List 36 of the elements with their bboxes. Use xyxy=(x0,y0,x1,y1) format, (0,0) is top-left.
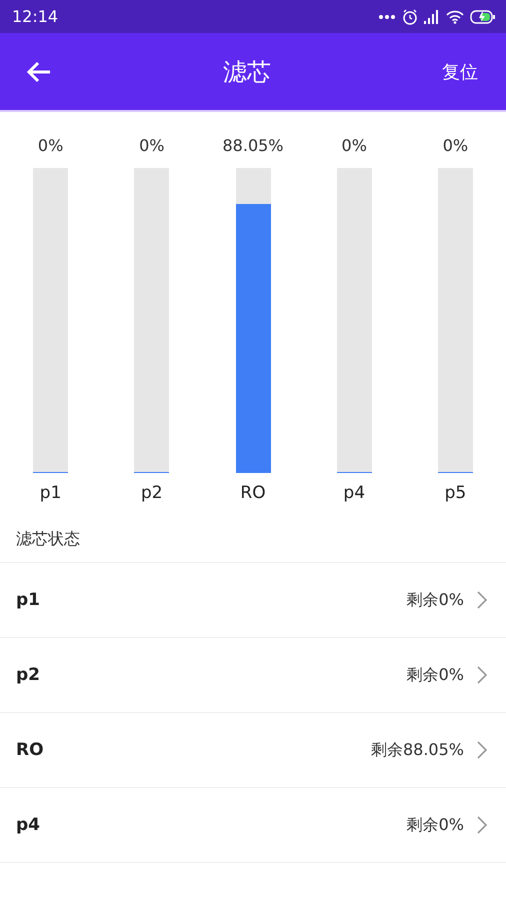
reset-button[interactable]: 复位 xyxy=(442,56,478,88)
percent-label: 0% xyxy=(139,136,164,157)
filter-row-name: p1 xyxy=(16,590,41,610)
filter-name: p2 xyxy=(141,483,163,503)
filter-row-name: RO xyxy=(16,740,45,760)
wifi-icon xyxy=(446,10,464,24)
section-title: 滤芯状态 xyxy=(0,503,506,563)
percent-label: 0% xyxy=(342,136,367,157)
filter-name: p4 xyxy=(343,483,366,503)
back-icon[interactable] xyxy=(26,60,52,82)
filter-name: p5 xyxy=(444,483,466,503)
signal-icon xyxy=(424,10,440,24)
chevron-icon xyxy=(476,665,488,685)
percent-label: 0% xyxy=(38,136,64,157)
filter-name: RO xyxy=(240,483,266,503)
filter-row-name: p4 xyxy=(16,815,41,835)
alarm-icon xyxy=(402,8,418,24)
chevron-icon xyxy=(476,590,488,610)
chevron-icon xyxy=(476,815,488,835)
dots-icon xyxy=(378,14,396,20)
percent-label: 88.05% xyxy=(222,136,284,157)
remaining-text: 剩余0% xyxy=(406,664,464,686)
percent-label: 0% xyxy=(442,136,468,157)
remaining-text: 剩余0% xyxy=(406,590,464,610)
remaining-text: 剩余0% xyxy=(406,814,464,836)
filter-row[interactable]: p1 剩余0% xyxy=(0,563,506,638)
screen-title: 滤芯 xyxy=(223,56,271,88)
filter-row[interactable]: p2 剩余0% xyxy=(0,638,506,713)
status-time: 12:14 xyxy=(12,7,58,26)
remaining-text: 剩余88.05% xyxy=(370,740,464,760)
chevron-icon xyxy=(476,740,488,760)
filter-row[interactable]: RO 剩余88.05% xyxy=(0,713,506,788)
battery-icon xyxy=(470,10,496,24)
filter-name: p1 xyxy=(40,483,62,503)
filter-row[interactable]: p4 剩余0% xyxy=(0,788,506,863)
filter-row-name: p2 xyxy=(16,665,41,685)
